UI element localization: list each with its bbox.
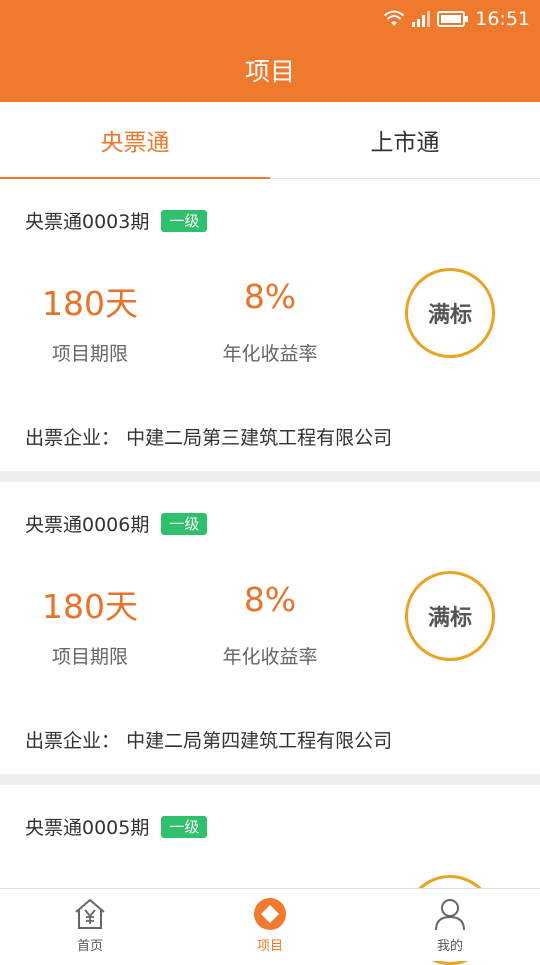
card-divider: [0, 471, 540, 482]
project-card[interactable]: 央票通0003期 一级 180天 项目期限 8% 年化收益率 满标 出票企业： …: [0, 179, 540, 471]
level-badge: 一级: [161, 815, 208, 838]
status-text: 满标: [427, 303, 472, 328]
issuer-name: 中建二局第四建筑工程有限公司: [126, 730, 393, 752]
page-title-bar: 项目: [0, 38, 540, 102]
issuer-name: 中建二局第三建筑工程有限公司: [126, 427, 393, 449]
rate-value: 8%: [243, 580, 297, 619]
project-diamond-icon: [254, 898, 286, 930]
nav-mine[interactable]: 我的: [360, 889, 540, 961]
term-label: 项目期限: [51, 646, 128, 668]
bottom-nav: 首页 项目 我的: [0, 888, 540, 961]
wifi-icon: [384, 10, 405, 26]
nav-home[interactable]: 首页: [0, 889, 180, 961]
project-name: 央票通0003期: [25, 211, 150, 233]
signal-icon: [412, 11, 431, 27]
status-text: 满标: [427, 606, 472, 631]
nav-project[interactable]: 项目: [180, 889, 360, 961]
term-value: 180天: [42, 587, 138, 626]
term-value: 180天: [42, 284, 138, 323]
status-full-badge: 满标: [405, 268, 495, 358]
status-full-badge: 满标: [405, 571, 495, 661]
tab-yangpiaotong[interactable]: 央票通: [0, 102, 270, 179]
nav-label: 首页: [76, 939, 103, 954]
level-badge: 一级: [161, 209, 208, 232]
battery-icon: [437, 11, 469, 27]
project-title-row: 央票通0003期 一级: [25, 207, 208, 234]
status-bar: 16:51: [0, 0, 540, 38]
home-yen-icon: [75, 899, 105, 929]
card-divider: [0, 774, 540, 785]
issuer-label: 出票企业：: [25, 730, 121, 752]
rate-label: 年化收益率: [222, 646, 318, 668]
rate-label: 年化收益率: [222, 343, 318, 365]
project-title-row: 央票通0006期 一级: [25, 510, 208, 537]
project-name: 央票通0006期: [25, 514, 150, 536]
issuer-row: 出票企业： 中建二局第三建筑工程有限公司: [25, 423, 392, 450]
level-badge: 一级: [161, 512, 208, 535]
project-name: 央票通0005期: [25, 817, 150, 839]
project-title-row: 央票通0005期 一级: [25, 813, 208, 840]
tab-shangshitong[interactable]: 上市通: [270, 102, 540, 178]
term-label: 项目期限: [51, 343, 128, 365]
issuer-label: 出票企业：: [25, 427, 121, 449]
project-card[interactable]: 央票通0005期 一级: [0, 785, 540, 888]
nav-label: 项目: [256, 939, 283, 954]
tab-label: 上市通: [370, 130, 440, 156]
status-time: 16:51: [475, 8, 530, 30]
tab-bar: 央票通 上市通: [0, 102, 540, 179]
person-icon: [435, 899, 465, 931]
project-card[interactable]: 央票通0006期 一级 180天 项目期限 8% 年化收益率 满标 出票企业： …: [0, 482, 540, 774]
rate-value: 8%: [243, 277, 297, 316]
page-title: 项目: [244, 57, 295, 86]
status-icons: 16:51: [383, 7, 530, 31]
nav-label: 我的: [436, 939, 463, 954]
tab-label: 央票通: [100, 130, 170, 156]
issuer-row: 出票企业： 中建二局第四建筑工程有限公司: [25, 726, 392, 753]
